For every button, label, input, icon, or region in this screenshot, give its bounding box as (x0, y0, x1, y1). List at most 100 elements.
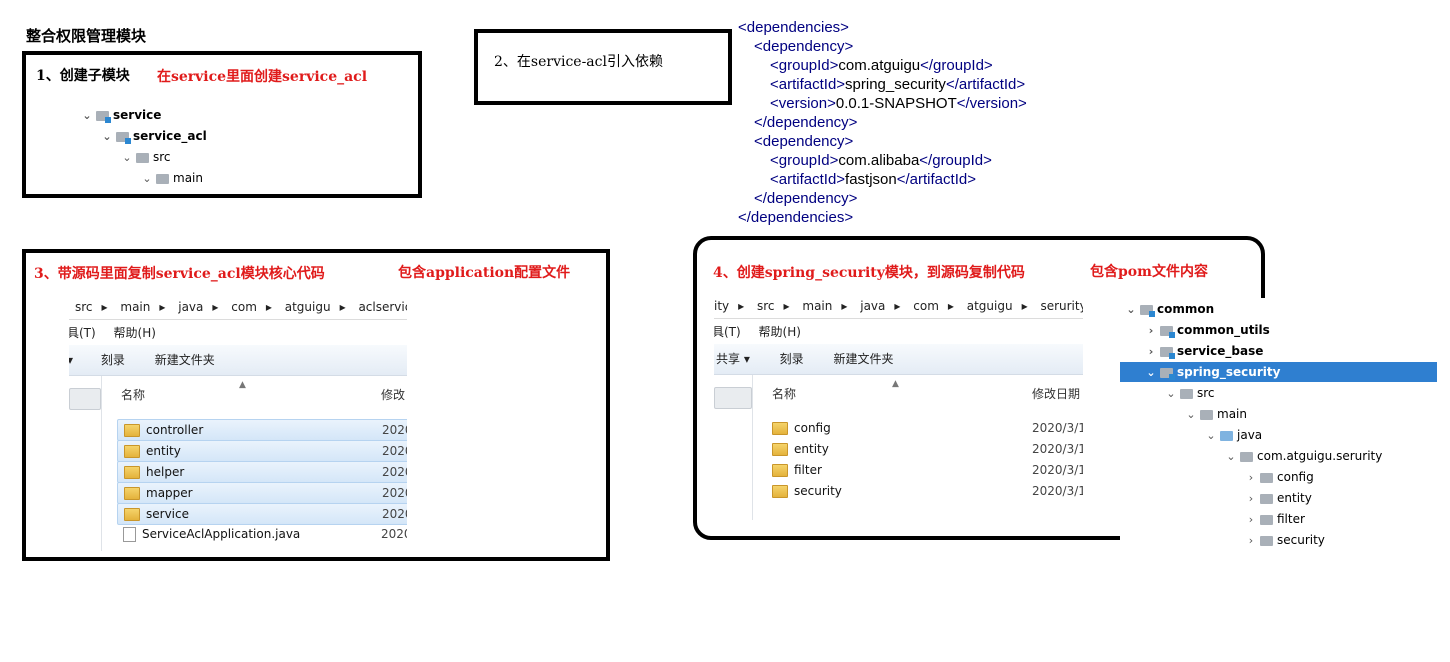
menu-item-help[interactable]: 帮助(H) (114, 326, 156, 340)
path-segment[interactable]: serurity (1040, 299, 1083, 313)
tree-label: service_base (1177, 344, 1264, 358)
column-header-modified[interactable]: 修改 (381, 385, 405, 405)
folder-icon (124, 445, 140, 458)
share-button[interactable]: 共享 ▾ (716, 352, 750, 366)
tree-item-main[interactable]: ⌄ main (1186, 404, 1247, 424)
xml-line: <dependency> (754, 38, 854, 55)
project-tree-panel: ⌄ common › common_utils › service_base ⌄ spr… (1120, 298, 1437, 554)
tree-item-service[interactable]: ⌄ service (82, 105, 161, 125)
tree-item-entity[interactable]: › entity (1246, 488, 1312, 508)
file-row-config[interactable]: config 2020/3/1 (766, 418, 1083, 438)
tree-item-common[interactable]: ⌄ common (1126, 299, 1437, 319)
tree-item-src[interactable]: ⌄ src (122, 147, 170, 167)
xml-line: <artifactId>spring_security</artifactId> (770, 76, 1026, 93)
file-row-entity[interactable]: entity 2020/3/1 (766, 439, 1083, 459)
folder-icon (124, 487, 140, 500)
menu-item-tools[interactable]: 具(T) (69, 326, 96, 340)
file-row-controller[interactable]: controller 2020 (117, 419, 407, 441)
path-segment[interactable]: src (757, 299, 775, 313)
folder-icon (124, 466, 140, 479)
new-folder-button[interactable]: 新建文件夹 (155, 353, 215, 367)
toolbar: ▾ 刻录 新建文件夹 (69, 345, 407, 376)
path-segment[interactable]: atguigu (967, 299, 1013, 313)
tree-label: spring_security (1177, 365, 1281, 379)
file-date: 2020 (382, 486, 407, 500)
path-segment[interactable]: com (231, 300, 257, 314)
burn-button[interactable]: 刻录 (101, 353, 125, 367)
column-header-modified[interactable]: 修改日期 (1032, 384, 1080, 404)
tree-item-main[interactable]: ⌄ main (142, 168, 203, 188)
file-date: 2020 (381, 527, 407, 541)
module-folder-icon (1140, 304, 1155, 317)
path-segment[interactable]: src (75, 300, 93, 314)
file-date: 2020 (382, 423, 407, 437)
tree-item-common-utils[interactable]: › common_utils (1146, 320, 1270, 340)
menu-bar: 具(T) 帮助(H) (714, 322, 1083, 342)
path-segment[interactable]: atguigu (285, 300, 331, 314)
xml-line: </dependency> (754, 190, 858, 207)
chevron-down-icon: ⌄ (82, 109, 92, 122)
chevron-right-icon: ▸ (1021, 299, 1028, 313)
tree-item-package[interactable]: ⌄ com.atguigu.serurity (1226, 446, 1382, 466)
address-bar[interactable]: ity ▸ src ▸ main ▸ java ▸ com ▸ atguigu ▸ seru… (714, 294, 1083, 319)
file-row-application-java[interactable]: ServiceAclApplication.java 2020 (117, 524, 407, 544)
file-row-entity[interactable]: entity 2020 (117, 440, 407, 462)
nav-pane-item[interactable] (69, 388, 101, 410)
path-segment[interactable]: ity (714, 299, 729, 313)
file-row-helper[interactable]: helper 2020 (117, 461, 407, 483)
sort-up-icon: ▲ (239, 380, 246, 390)
chevron-down-icon: ⌄ (1166, 387, 1176, 400)
module-folder-icon (116, 131, 131, 144)
path-segment[interactable]: aclservice (358, 300, 407, 314)
tree-item-src[interactable]: ⌄ src (1166, 383, 1214, 403)
chevron-right-icon: ▸ (159, 300, 166, 314)
menu-item-tools[interactable]: 具(T) (714, 325, 741, 339)
new-folder-button[interactable]: 新建文件夹 (834, 352, 894, 366)
java-file-icon (123, 527, 136, 542)
tree-label: java (1237, 428, 1263, 442)
tree-item-spring-security[interactable]: ⌄ spring_security (1120, 362, 1437, 382)
file-name: filter (794, 463, 822, 477)
folder-icon (1200, 409, 1213, 420)
tree-label: filter (1277, 512, 1305, 526)
chevron-right-icon: ▸ (841, 299, 848, 313)
dropdown-arrow-icon[interactable]: ▾ (69, 353, 73, 367)
tree-item-java[interactable]: ⌄ java (1206, 425, 1262, 445)
tree-item-config[interactable]: › config (1246, 467, 1314, 487)
tree-item-security[interactable]: › security (1246, 530, 1325, 550)
tree-label: service (113, 108, 162, 122)
file-row-service[interactable]: service 2020 (117, 503, 407, 525)
file-date: 2020/3/1 (1032, 463, 1083, 477)
tree-item-service-acl[interactable]: ⌄ service_acl (102, 126, 207, 146)
path-segment[interactable]: java (860, 299, 885, 313)
tree-item-service-base[interactable]: › service_base (1146, 341, 1263, 361)
column-header-name[interactable]: 名称 (772, 384, 796, 404)
tree-item-filter[interactable]: › filter (1246, 509, 1305, 529)
chevron-right-icon: ▸ (738, 299, 745, 313)
file-date: 2020 (382, 507, 407, 521)
path-segment[interactable]: main (120, 300, 150, 314)
file-name: config (794, 421, 831, 435)
file-row-mapper[interactable]: mapper 2020 (117, 482, 407, 504)
tree-label: main (173, 171, 203, 185)
file-name: helper (146, 465, 185, 479)
tree-label: common_utils (1177, 323, 1270, 337)
path-segment[interactable]: java (178, 300, 203, 314)
xml-line: <version>0.0.1-SNAPSHOT</version> (770, 95, 1027, 112)
file-row-filter[interactable]: filter 2020/3/1 (766, 460, 1083, 480)
menu-item-help[interactable]: 帮助(H) (759, 325, 801, 339)
file-row-security[interactable]: security 2020/3/1 (766, 481, 1083, 501)
folder-icon (124, 508, 140, 521)
chevron-right-icon: ▸ (212, 300, 219, 314)
file-explorer-aclservice: src ▸ main ▸ java ▸ com ▸ atguigu ▸ aclservic… (69, 295, 407, 551)
path-segment[interactable]: main (802, 299, 832, 313)
column-header-name[interactable]: 名称 (121, 385, 145, 405)
step2-box: 2、在service-acl引入依赖 (474, 29, 732, 105)
folder-icon (156, 173, 169, 184)
xml-line: </dependencies> (738, 209, 854, 226)
burn-button[interactable]: 刻录 (780, 352, 804, 366)
nav-pane-item[interactable] (714, 387, 752, 409)
package-icon (1260, 493, 1273, 504)
address-bar[interactable]: src ▸ main ▸ java ▸ com ▸ atguigu ▸ aclservic… (69, 295, 407, 320)
path-segment[interactable]: com (913, 299, 939, 313)
